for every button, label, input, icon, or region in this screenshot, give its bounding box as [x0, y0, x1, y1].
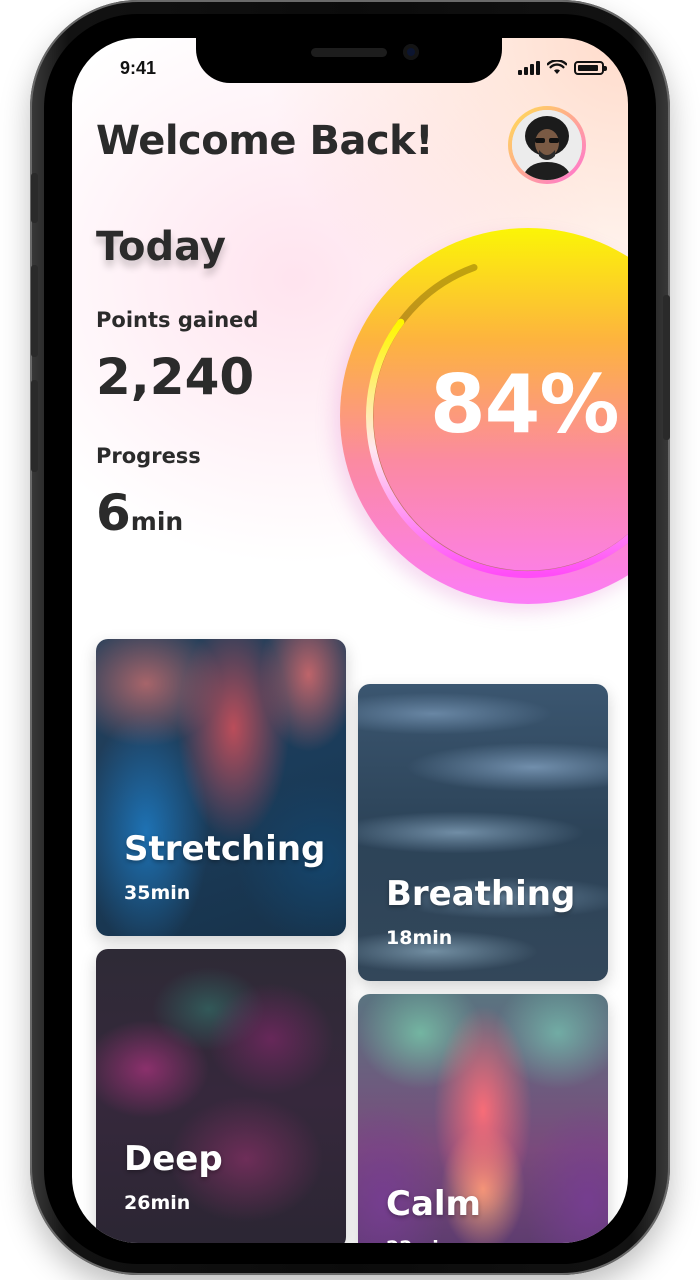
wifi-icon — [547, 60, 567, 74]
status-icons — [518, 60, 607, 75]
front-camera — [403, 44, 419, 60]
progress-value: 6min — [96, 484, 183, 542]
speaker-grille — [311, 48, 387, 57]
points-label: Points gained — [96, 308, 259, 332]
activity-duration: 22min — [386, 1237, 452, 1243]
activity-card-breathing[interactable]: Breathing 18min — [358, 684, 608, 981]
activity-duration: 26min — [124, 1192, 191, 1214]
welcome-title: Welcome Back! — [96, 118, 434, 164]
app-screen: 9:41 Welcome Back! Today Points gained 2… — [72, 38, 628, 1243]
activity-title: Breathing — [386, 874, 576, 914]
signal-icon — [518, 60, 540, 75]
goal-ring: 84% — [340, 228, 628, 604]
activity-duration: 35min — [124, 882, 191, 904]
status-time: 9:41 — [120, 58, 157, 78]
activity-card-stretching[interactable]: Stretching 35min — [96, 639, 346, 936]
activity-title: Stretching — [124, 829, 326, 869]
notch — [196, 38, 502, 83]
activity-card-deep[interactable]: Deep 26min — [96, 949, 346, 1243]
avatar-photo — [512, 110, 582, 180]
activity-duration: 18min — [386, 927, 453, 949]
progress-label: Progress — [96, 444, 201, 468]
person-icon — [512, 110, 582, 180]
progress-unit: min — [130, 507, 184, 536]
silent-switch — [31, 173, 38, 223]
activity-title: Deep — [124, 1139, 223, 1179]
volume-up-button — [31, 265, 38, 357]
activity-title: Calm — [386, 1184, 481, 1224]
activity-card-calm[interactable]: Calm 22min — [358, 994, 608, 1243]
avatar[interactable] — [508, 106, 586, 184]
battery-icon — [574, 60, 607, 75]
progress-number: 6 — [96, 484, 131, 542]
volume-down-button — [31, 380, 38, 472]
points-value: 2,240 — [96, 348, 255, 406]
today-heading: Today — [96, 224, 226, 270]
percent-label: 84% — [430, 358, 619, 451]
power-button — [663, 295, 670, 440]
